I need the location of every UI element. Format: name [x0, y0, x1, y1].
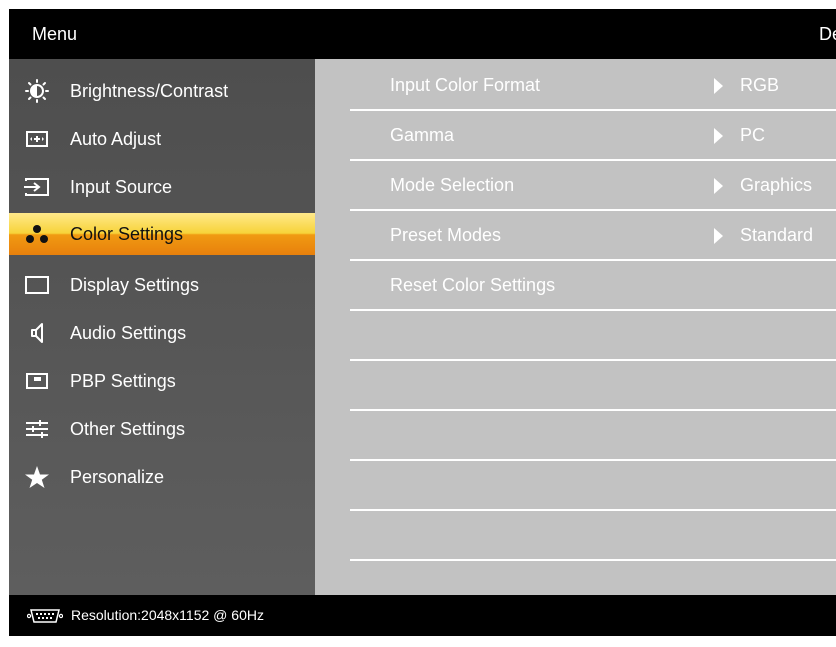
empty-row — [350, 411, 836, 461]
display-settings-icon — [24, 273, 50, 297]
option-value: RGB — [740, 75, 780, 95]
sidebar-item-label: Audio Settings — [70, 323, 187, 343]
sidebar-item-brightness-contrast[interactable]: Brightness/Contrast — [9, 67, 315, 115]
sidebar-item-label: Brightness/Contrast — [70, 81, 229, 101]
empty-row — [350, 361, 836, 411]
option-label: Gamma — [390, 125, 455, 145]
sidebar-item-label: Auto Adjust — [70, 129, 162, 149]
triangle-right-icon — [714, 78, 723, 94]
option-label: Preset Modes — [390, 225, 502, 245]
title-bar: Menu Dell — [9, 9, 836, 59]
brand-label: Dell — [819, 24, 836, 44]
option-value: Graphics — [740, 175, 813, 195]
option-label: Input Color Format — [390, 75, 541, 95]
empty-row — [350, 311, 836, 361]
osd-menu: Menu Dell — [9, 9, 836, 636]
sidebar-item-audio-settings[interactable]: Audio Settings — [9, 309, 315, 357]
sidebar-item-personalize[interactable]: Personalize — [9, 453, 315, 501]
option-value: PC — [740, 125, 766, 145]
option-preset-modes[interactable]: Preset Modes Standard — [350, 211, 836, 261]
triangle-right-icon — [714, 128, 723, 144]
option-label: Reset Color Settings — [390, 275, 556, 295]
sidebar-item-other-settings[interactable]: Other Settings — [9, 405, 315, 453]
color-settings-icon — [24, 222, 50, 246]
sidebar-item-auto-adjust[interactable]: Auto Adjust — [9, 115, 315, 163]
option-value: Standard — [740, 225, 814, 245]
option-label: Mode Selection — [390, 175, 515, 195]
auto-adjust-icon — [24, 127, 50, 151]
resolution-text: Resolution:2048x1152 @ 60Hz — [71, 607, 264, 623]
sidebar-item-label: Other Settings — [70, 419, 186, 439]
sidebar-item-pbp-settings[interactable]: PBP Settings — [9, 357, 315, 405]
option-input-color-format[interactable]: Input Color Format RGB — [350, 61, 836, 111]
sidebar-item-label: Display Settings — [70, 275, 200, 295]
sliders-icon — [24, 417, 50, 441]
sidebar-item-input-source[interactable]: Input Source — [9, 163, 315, 211]
brightness-icon — [24, 79, 50, 103]
pbp-icon — [24, 369, 50, 393]
sidebar-item-label: PBP Settings — [70, 371, 176, 391]
sidebar: Brightness/Contrast Auto Adjust Input So… — [9, 59, 315, 595]
option-mode-selection[interactable]: Mode Selection Graphics — [350, 161, 836, 211]
menu-title: Menu — [32, 24, 78, 44]
sidebar-item-display-settings[interactable]: Display Settings — [9, 261, 315, 309]
triangle-right-icon — [714, 228, 723, 244]
empty-row — [350, 461, 836, 511]
sidebar-item-label: Color Settings — [70, 224, 184, 244]
empty-row — [350, 511, 836, 561]
star-icon — [24, 465, 50, 489]
triangle-right-icon — [714, 178, 723, 194]
sidebar-item-label: Personalize — [70, 467, 165, 487]
sidebar-item-label: Input Source — [70, 177, 173, 197]
speaker-icon — [24, 321, 50, 345]
color-settings-panel: Input Color Format RGB Gamma PC Mode Sel… — [315, 59, 836, 595]
status-bar: Resolution:2048x1152 @ 60Hz — [9, 595, 836, 636]
option-reset-color-settings[interactable]: Reset Color Settings — [350, 261, 836, 311]
input-source-icon — [24, 175, 50, 199]
sidebar-item-color-settings[interactable]: Color Settings — [9, 213, 315, 255]
option-gamma[interactable]: Gamma PC — [350, 111, 836, 161]
vga-connector-icon — [26, 608, 64, 627]
